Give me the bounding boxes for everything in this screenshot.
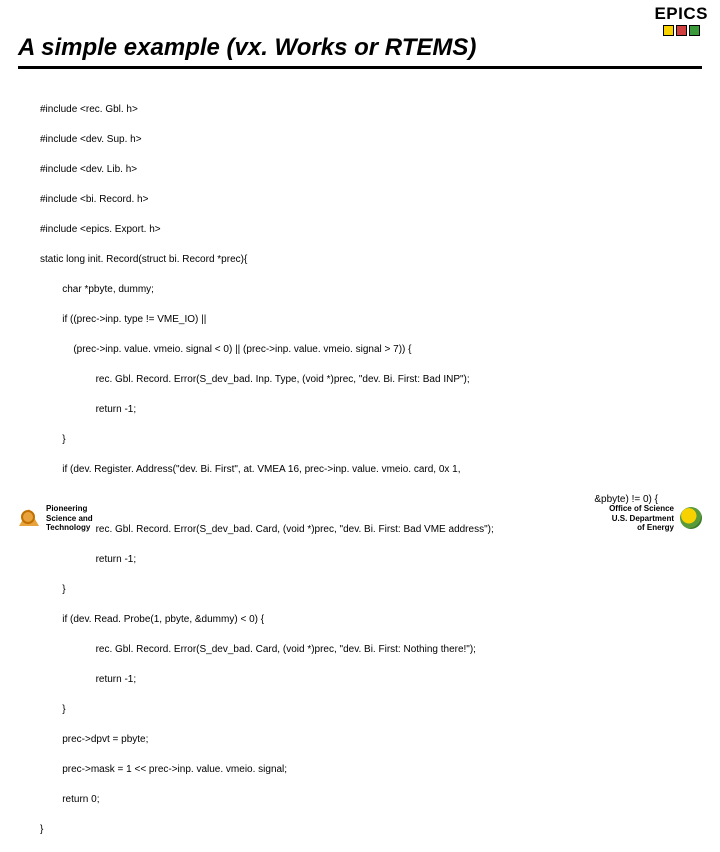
footer-left-line: Technology — [46, 523, 93, 532]
code-line: #include <dev. Sup. h> — [40, 132, 680, 147]
code-line: prec->dpvt = pbyte; — [40, 732, 680, 747]
footer-left-line: Science and — [46, 514, 93, 523]
block-green — [689, 25, 700, 36]
slide-footer: Pioneering Science and Technology Office… — [0, 504, 720, 532]
footer-right-line: of Energy — [609, 523, 674, 532]
footer-right: Office of Science U.S. Department of Ene… — [609, 504, 702, 532]
code-example: #include <rec. Gbl. h> #include <dev. Su… — [0, 69, 720, 852]
code-line: } — [40, 702, 680, 717]
code-line: return -1; — [40, 402, 680, 417]
block-yellow — [663, 25, 674, 36]
code-line: prec->mask = 1 << prec->inp. value. vmei… — [40, 762, 680, 777]
code-line: return 0; — [40, 792, 680, 807]
doe-logo-icon — [680, 507, 702, 529]
title-underline — [18, 66, 702, 69]
code-line: if ((prec->inp. type != VME_IO) || — [40, 312, 680, 327]
code-line: (prec->inp. value. vmeio. signal < 0) ||… — [40, 342, 680, 357]
footer-right-text: Office of Science U.S. Department of Ene… — [609, 504, 674, 532]
code-line: } — [40, 432, 680, 447]
footer-left-line: Pioneering — [46, 504, 93, 513]
code-line: return -1; — [40, 672, 680, 687]
epics-logo-text: EPICS — [654, 4, 708, 24]
code-line: } — [40, 582, 680, 597]
code-line: #include <dev. Lib. h> — [40, 162, 680, 177]
code-line: if (dev. Read. Probe(1, pbyte, &dummy) <… — [40, 612, 680, 627]
code-line: return -1; — [40, 552, 680, 567]
slide-title: A simple example (vx. Works or RTEMS) — [18, 34, 702, 62]
code-line: rec. Gbl. Record. Error(S_dev_bad. Inp. … — [40, 372, 680, 387]
code-line: #include <rec. Gbl. h> — [40, 102, 680, 117]
footer-right-line: Office of Science — [609, 504, 674, 513]
code-line: rec. Gbl. Record. Error(S_dev_bad. Card,… — [40, 642, 680, 657]
block-red — [676, 25, 687, 36]
code-line: if (dev. Register. Address("dev. Bi. Fir… — [40, 462, 680, 477]
code-line: char *pbyte, dummy; — [40, 282, 680, 297]
footer-left: Pioneering Science and Technology — [18, 504, 93, 532]
argonne-logo-icon — [18, 507, 40, 529]
code-line: static long init. Record(struct bi. Reco… — [40, 252, 680, 267]
epics-logo: EPICS — [654, 4, 708, 36]
footer-left-text: Pioneering Science and Technology — [46, 504, 93, 532]
code-line: #include <epics. Export. h> — [40, 222, 680, 237]
code-line: } — [40, 822, 680, 837]
footer-right-line: U.S. Department — [609, 514, 674, 523]
epics-color-blocks — [654, 25, 708, 36]
code-line: #include <bi. Record. h> — [40, 192, 680, 207]
